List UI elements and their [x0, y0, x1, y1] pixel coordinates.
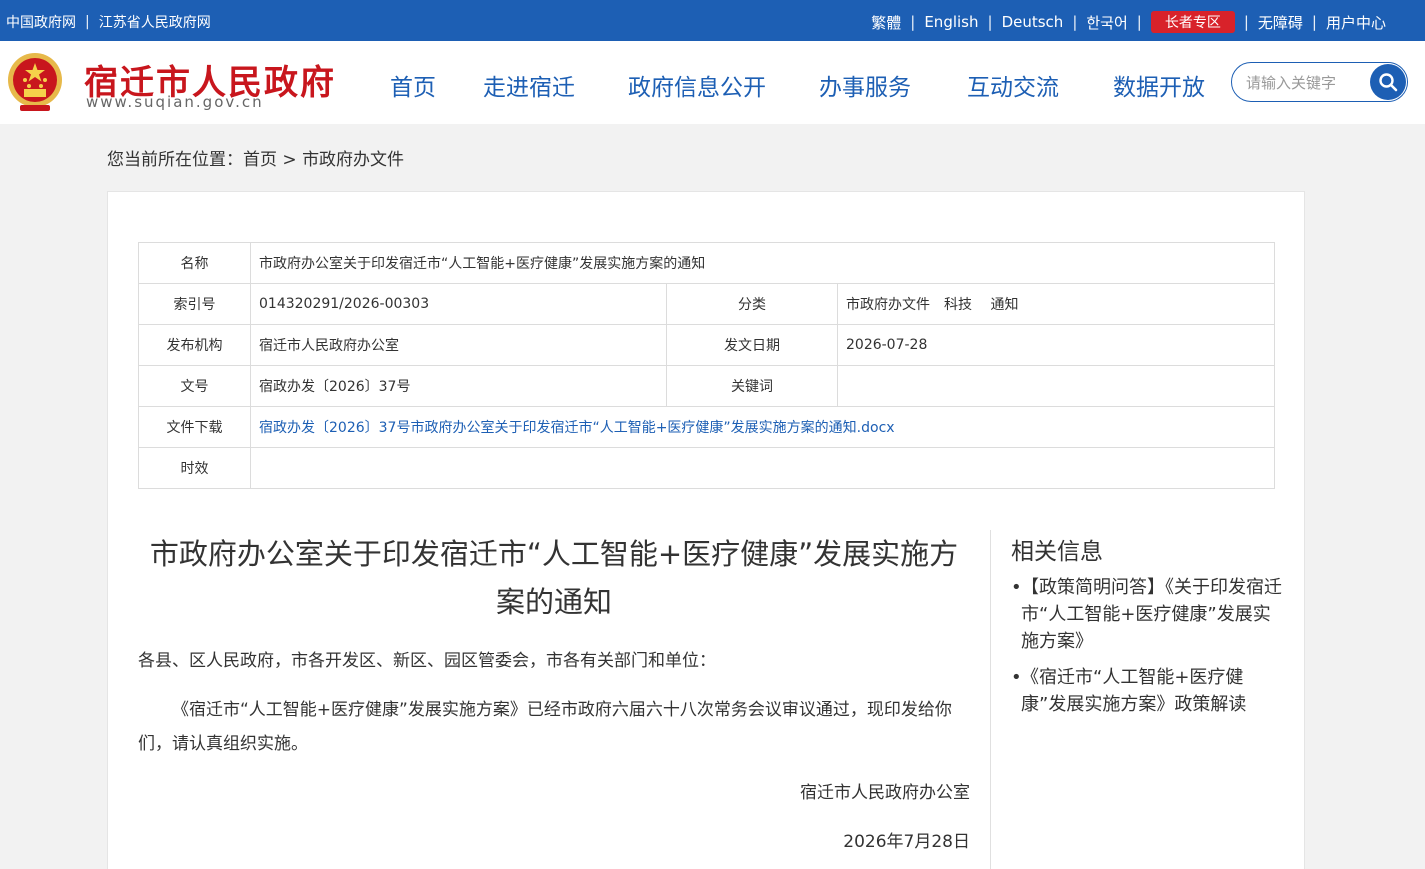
- link-accessibility[interactable]: 无障碍: [1258, 12, 1303, 33]
- search-button[interactable]: [1370, 64, 1406, 100]
- nav-about-suqian[interactable]: 走进宿迁: [483, 68, 575, 102]
- related-link[interactable]: 【政策简明问答】《关于印发宿迁市“人工智能+医疗健康”发展实施方案》: [1021, 577, 1282, 652]
- nav-open-data[interactable]: 数据开放: [1113, 68, 1205, 102]
- link-korean[interactable]: 한국어: [1086, 12, 1127, 33]
- document-meta-table: 名称 市政府办公室关于印发宿迁市“人工智能+医疗健康”发展实施方案的通知 索引号…: [138, 242, 1275, 489]
- separator: |: [1311, 13, 1317, 31]
- related-item[interactable]: 【政策简明问答】《关于印发宿迁市“人工智能+医疗健康”发展实施方案》: [1011, 574, 1286, 655]
- breadcrumb-home[interactable]: 首页: [243, 150, 277, 170]
- breadcrumb-current[interactable]: 市政府办文件: [302, 150, 404, 170]
- article-date: 2026年7月28日: [843, 832, 970, 852]
- article-salutation: 各县、区人民政府，市各开发区、新区、园区管委会，市各有关部门和单位：: [138, 651, 716, 671]
- meta-label: 发布机构: [138, 324, 251, 366]
- meta-name-value: 市政府办公室关于印发宿迁市“人工智能+医疗健康”发展实施方案的通知: [250, 242, 1275, 284]
- main-nav: 首页 走进宿迁 政府信息公开 办事服务 互动交流 数据开放: [390, 68, 1205, 102]
- meta-label: 时效: [138, 447, 251, 489]
- meta-index-value: 014320291/2026-00303: [250, 283, 667, 325]
- link-english[interactable]: English: [924, 13, 978, 31]
- separator: |: [987, 13, 993, 31]
- separator: |: [1136, 13, 1142, 31]
- related-list: 【政策简明问答】《关于印发宿迁市“人工智能+医疗健康”发展实施方案》 《宿迁市“…: [1011, 574, 1286, 718]
- article-title: 市政府办公室关于印发宿迁市“人工智能+医疗健康”发展实施方案的通知: [149, 537, 959, 619]
- link-traditional-chinese[interactable]: 繁體: [871, 12, 901, 33]
- breadcrumb: 您当前所在位置：首页 > 市政府办文件: [107, 145, 404, 170]
- link-deutsch[interactable]: Deutsch: [1002, 13, 1064, 31]
- link-jiangsu-gov[interactable]: 江苏省人民政府网: [99, 12, 211, 32]
- article: 市政府办公室关于印发宿迁市“人工智能+医疗健康”发展实施方案的通知 各县、区人民…: [138, 530, 970, 869]
- article-paragraph: 《宿迁市“人工智能+医疗健康”发展实施方案》已经市政府六届六十八次常务会议审议通…: [138, 700, 952, 754]
- separator: |: [1243, 13, 1249, 31]
- nav-interaction[interactable]: 互动交流: [967, 68, 1059, 102]
- separator: |: [85, 14, 90, 30]
- link-china-gov[interactable]: 中国政府网: [6, 12, 76, 32]
- meta-label: 文件下载: [138, 406, 251, 448]
- breadcrumb-prefix: 您当前所在位置：: [107, 150, 243, 170]
- meta-label: 索引号: [138, 283, 251, 325]
- content-panel: 名称 市政府办公室关于印发宿迁市“人工智能+医疗健康”发展实施方案的通知 索引号…: [107, 191, 1305, 869]
- meta-label: 发文日期: [666, 324, 838, 366]
- download-link[interactable]: 宿政办发〔2026〕37号市政府办公室关于印发宿迁市“人工智能+医疗健康”发展实…: [259, 420, 895, 436]
- related-item[interactable]: 《宿迁市“人工智能+医疗健康”发展实施方案》政策解读: [1011, 664, 1286, 718]
- top-right-links: 繁體 | English | Deutsch | 한국어 | 长者专区 | 无障…: [871, 11, 1386, 33]
- related-info: 相关信息 【政策简明问答】《关于印发宿迁市“人工智能+医疗健康”发展实施方案》 …: [1011, 532, 1286, 727]
- table-row: 名称 市政府办公室关于印发宿迁市“人工智能+医疗健康”发展实施方案的通知: [138, 242, 1275, 284]
- nav-home[interactable]: 首页: [390, 68, 436, 102]
- site-url: www.suqian.gov.cn: [86, 93, 264, 111]
- meta-label: 分类: [666, 283, 838, 325]
- meta-validity-value: [250, 447, 1275, 489]
- table-row: 发布机构 宿迁市人民政府办公室 发文日期 2026-07-28: [138, 324, 1275, 366]
- meta-category-value: 市政府办文件 科技 通知: [837, 283, 1275, 325]
- search-box: [1231, 62, 1408, 102]
- link-user-center[interactable]: 用户中心: [1326, 12, 1386, 33]
- breadcrumb-separator: >: [277, 150, 303, 170]
- table-row: 索引号 014320291/2026-00303 分类 市政府办文件 科技 通知: [138, 283, 1275, 325]
- meta-date-value: 2026-07-28: [837, 324, 1275, 366]
- national-emblem-icon[interactable]: [6, 51, 64, 113]
- search-icon: [1379, 73, 1398, 92]
- article-body: 各县、区人民政府，市各开发区、新区、园区管委会，市各有关部门和单位： 《宿迁市“…: [138, 644, 970, 859]
- table-row: 文件下载 宿政办发〔2026〕37号市政府办公室关于印发宿迁市“人工智能+医疗健…: [138, 406, 1275, 448]
- meta-docno-value: 宿政办发〔2026〕37号: [250, 365, 667, 407]
- related-title: 相关信息: [1011, 539, 1103, 565]
- nav-services[interactable]: 办事服务: [819, 68, 911, 102]
- meta-download-cell: 宿政办发〔2026〕37号市政府办公室关于印发宿迁市“人工智能+医疗健康”发展实…: [250, 406, 1275, 448]
- top-left-links: 中国政府网 | 江苏省人民政府网: [6, 12, 211, 32]
- search-input[interactable]: [1246, 72, 1366, 94]
- separator: |: [1072, 13, 1078, 31]
- meta-label: 文号: [138, 365, 251, 407]
- top-bar: 中国政府网 | 江苏省人民政府网 繁體 | English | Deutsch …: [0, 0, 1425, 41]
- meta-label: 关键词: [666, 365, 838, 407]
- related-link[interactable]: 《宿迁市“人工智能+医疗健康”发展实施方案》政策解读: [1021, 667, 1246, 715]
- article-issuer: 宿迁市人民政府办公室: [800, 783, 970, 803]
- meta-label: 名称: [138, 242, 251, 284]
- meta-org-value: 宿迁市人民政府办公室: [250, 324, 667, 366]
- separator: |: [910, 13, 916, 31]
- divider: [990, 530, 991, 869]
- table-row: 时效: [138, 447, 1275, 489]
- site-header: 宿迁市人民政府 www.suqian.gov.cn 首页 走进宿迁 政府信息公开…: [0, 41, 1425, 124]
- table-row: 文号 宿政办发〔2026〕37号 关键词: [138, 365, 1275, 407]
- meta-keywords-value: [837, 365, 1275, 407]
- elder-zone-button[interactable]: 长者专区: [1150, 11, 1235, 33]
- nav-gov-info[interactable]: 政府信息公开: [628, 68, 766, 102]
